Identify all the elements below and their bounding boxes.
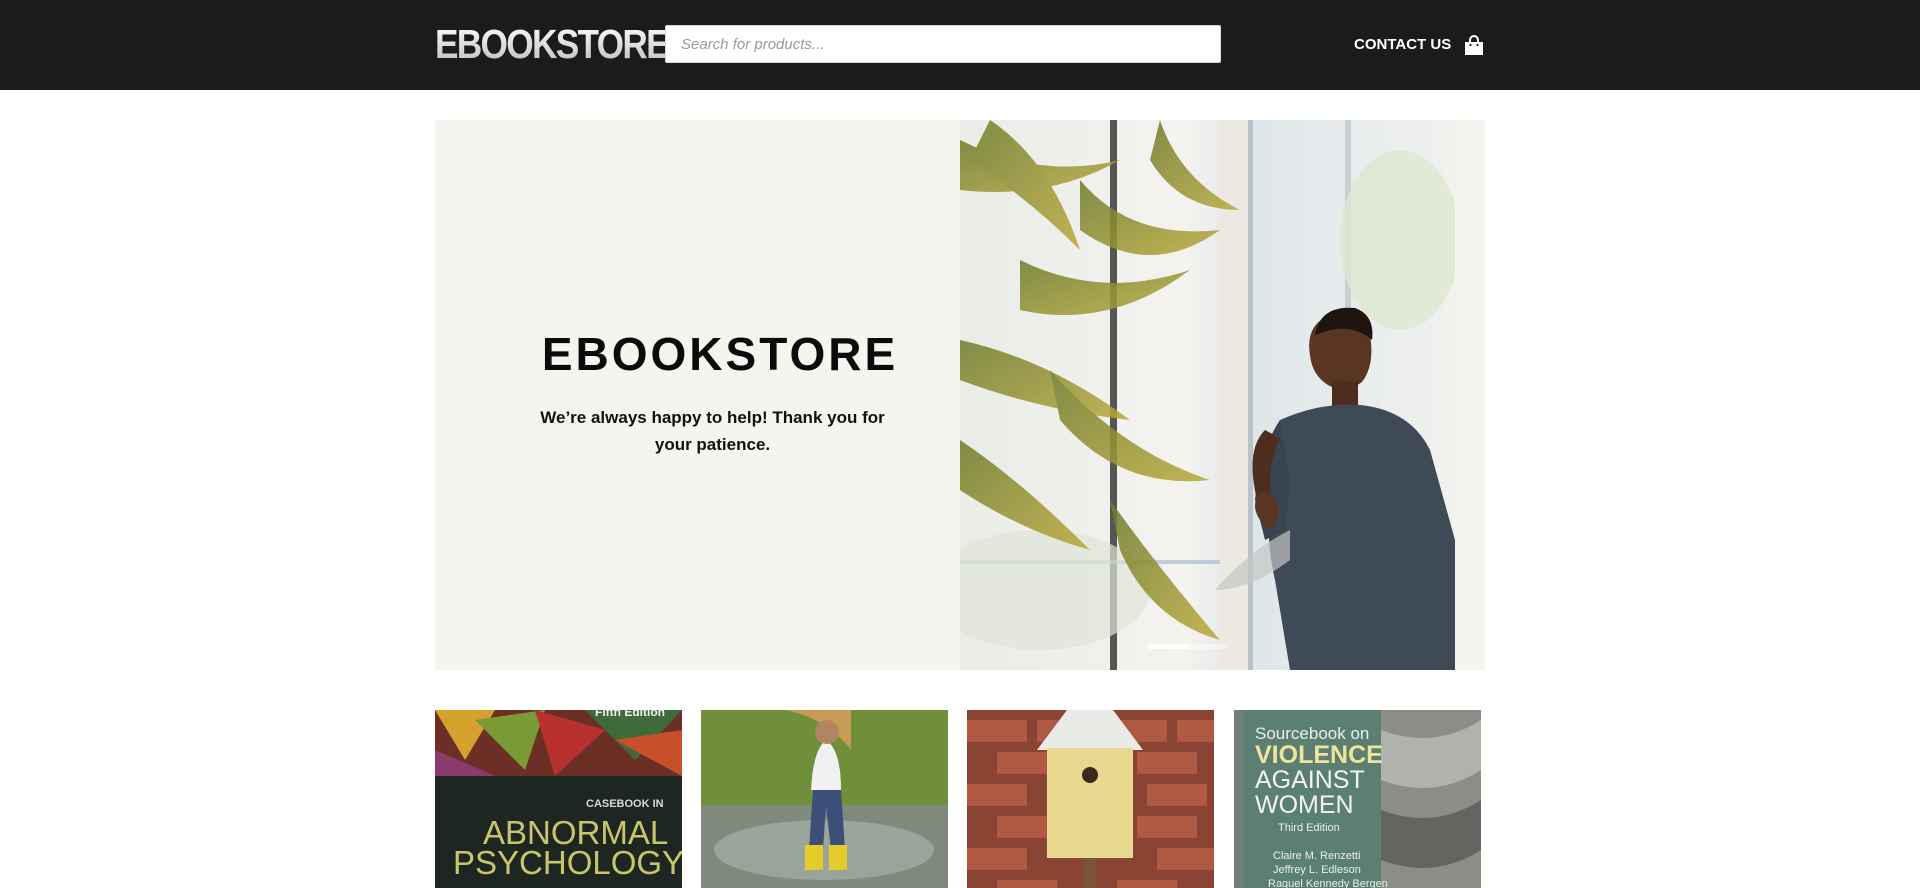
cover-title-line-2: PSYCHOLOGY bbox=[453, 844, 682, 881]
carousel-indicators bbox=[1148, 644, 1228, 649]
contact-us-link[interactable]: CONTACT US bbox=[1354, 36, 1451, 54]
cover-kicker: CASEBOOK IN bbox=[586, 798, 664, 810]
hero-photo-man-at-window bbox=[960, 120, 1455, 670]
cover-edition: Fifth Edition bbox=[595, 710, 665, 719]
cover-author-3: Raquel Kennedy Bergen bbox=[1268, 878, 1388, 888]
cover-title-line-3: WOMEN bbox=[1255, 791, 1354, 819]
site-logo[interactable]: EBOOKSTORE bbox=[435, 22, 670, 66]
carousel-dot-1[interactable] bbox=[1148, 644, 1188, 649]
carousel-dot-2[interactable] bbox=[1188, 644, 1228, 649]
book-cover-image bbox=[701, 710, 948, 888]
product-card-abnormal-psychology[interactable]: Fifth Edition CASEBOOK IN ABNORMAL PSYCH… bbox=[435, 710, 682, 888]
cover-edition: Third Edition bbox=[1278, 822, 1340, 834]
book-cover-image bbox=[967, 710, 1214, 888]
cover-author-1: Claire M. Renzetti bbox=[1273, 850, 1361, 862]
hero-title: EBOOKSTORE bbox=[541, 328, 899, 380]
shopping-bag-icon[interactable] bbox=[1463, 34, 1485, 56]
site-header: EBOOKSTORE CONTACT US bbox=[0, 0, 1920, 90]
product-card-child-in-rain[interactable] bbox=[701, 710, 948, 888]
cover-author-2: Jeffrey L. Edleson bbox=[1273, 864, 1361, 876]
search-input[interactable] bbox=[665, 25, 1221, 63]
product-card-birdhouse[interactable] bbox=[967, 710, 1214, 888]
product-card-violence-against-women[interactable]: Sourcebook on VIOLENCE AGAINST WOMEN Thi… bbox=[1234, 710, 1481, 888]
hero-text: We’re always happy to help! Thank you fo… bbox=[540, 408, 885, 454]
hero-banner: EBOOKSTORE We’re always happy to help! T… bbox=[435, 120, 1485, 670]
